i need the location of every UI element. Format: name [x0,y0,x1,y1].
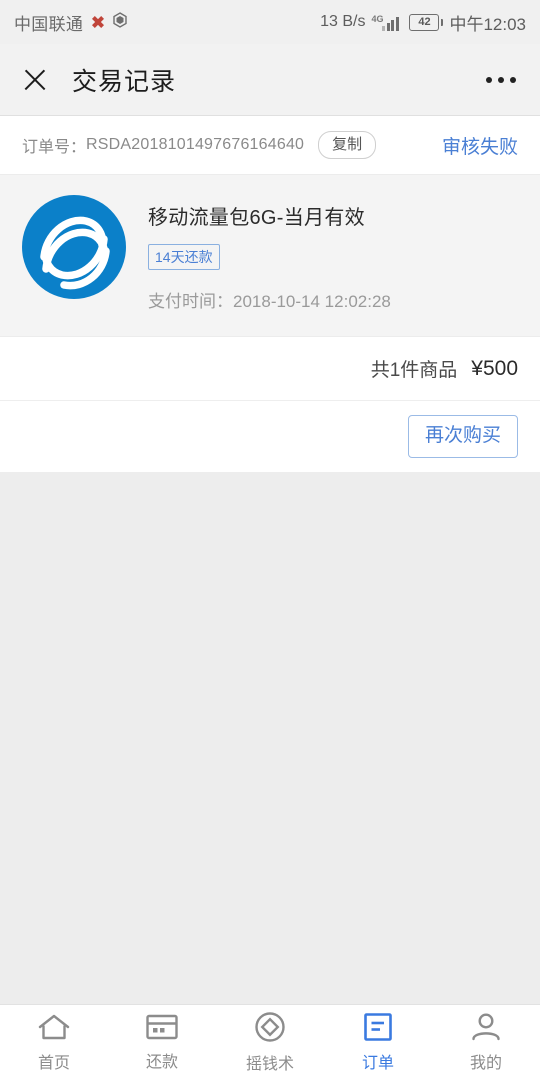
tab-repayment-label: 还款 [145,1054,178,1071]
battery-cap [440,18,444,26]
app-screen: 中国联通 13 B/s 4G 42 中午12:03 交易记录 订单号： RSDA… [0,0,540,1080]
order-icon [363,1012,393,1042]
pay-time-label: 支付时间： [148,292,233,311]
china-mobile-logo [22,195,126,299]
tab-repayment[interactable]: 还款 [108,1005,216,1080]
card-icon [145,1013,179,1041]
tab-orders-label: 订单 [361,1055,394,1072]
status-bar-right: 13 B/s 4G 42 中午12:03 [320,10,526,35]
pay-time-value: 2018-10-14 12:02:28 [233,292,391,311]
tab-orders[interactable]: 订单 [324,1005,432,1080]
product-item[interactable]: 移动流量包6G-当月有效 14天还款 支付时间：2018-10-14 12:02… [0,174,540,336]
dot [486,76,492,83]
item-count-label: 共1件商品 [370,360,458,381]
status-bar-left: 中国联通 [14,10,128,35]
person-icon [470,1012,502,1042]
home-icon [37,1012,71,1042]
more-options-icon[interactable] [486,76,516,83]
dot [510,76,516,83]
order-number-label: 订单号： [22,139,87,156]
tab-home[interactable]: 首页 [0,1005,108,1080]
page-background [0,472,540,1080]
order-total-row: 共1件商品 ¥500 [0,336,540,400]
bottom-navigation: 首页 还款 摇钱术 订单 我的 [0,1004,540,1080]
battery-icon: 42 [409,13,444,31]
tab-money-tree[interactable]: 摇钱术 [216,1005,324,1080]
alert-icon [90,15,105,30]
tab-home-label: 首页 [37,1055,70,1072]
order-number-row: 订单号： RSDA2018101497676164640 复制 审核失败 [0,116,540,174]
battery-level-label: 42 [409,13,440,31]
product-info: 移动流量包6G-当月有效 14天还款 支付时间：2018-10-14 12:02… [148,195,391,312]
buy-again-button[interactable]: 再次购买 [407,415,518,458]
diamond-icon [254,1011,286,1043]
order-actions-row: 再次购买 [0,400,540,472]
tab-mine-label: 我的 [469,1055,502,1072]
order-number-value: RSDA2018101497676164640 [86,136,305,153]
signal-icon: 4G [371,14,403,31]
carrier-label: 中国联通 [14,14,84,34]
dot [498,76,504,83]
clock-label: 中午12:03 [449,14,526,34]
page-title: 交易记录 [72,67,177,96]
total-price-label: ¥500 [471,356,518,380]
repayment-badge: 14天还款 [148,244,220,270]
status-bar: 中国联通 13 B/s 4G 42 中午12:03 [0,0,540,44]
hexagon-icon [112,11,128,33]
product-title: 移动流量包6G-当月有效 [148,207,365,229]
close-icon[interactable] [22,67,48,93]
title-bar: 交易记录 [0,44,540,116]
tab-mine[interactable]: 我的 [432,1005,540,1080]
pay-time-row: 支付时间：2018-10-14 12:02:28 [148,287,391,312]
tab-money-tree-label: 摇钱术 [245,1056,294,1073]
order-status-badge[interactable]: 审核失败 [442,132,518,159]
copy-button[interactable]: 复制 [318,131,377,159]
network-speed-label: 13 B/s [320,13,366,30]
network-type-label: 4G [371,13,384,24]
